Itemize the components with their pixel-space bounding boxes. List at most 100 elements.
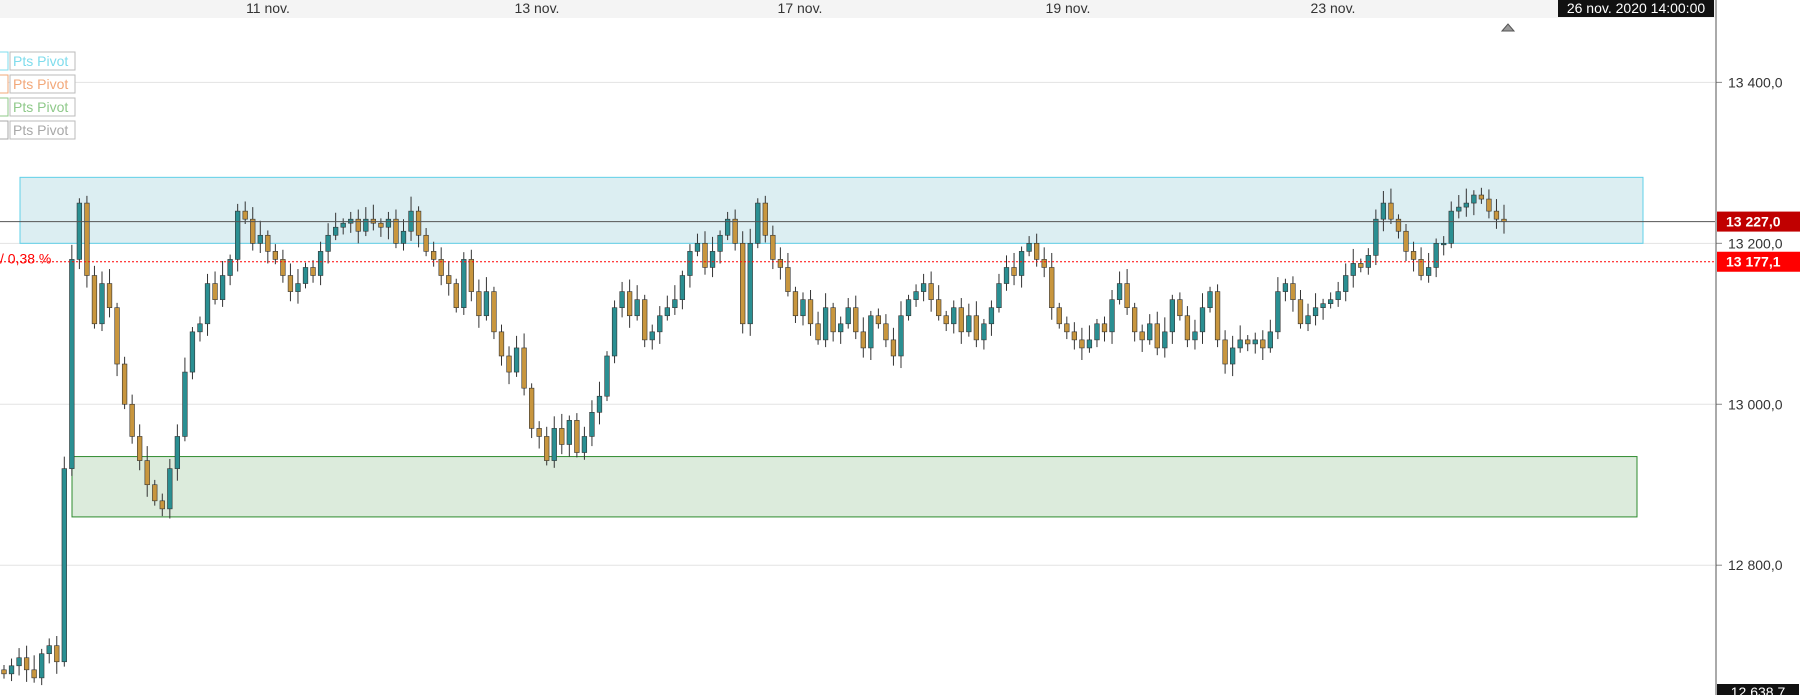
candle-down xyxy=(242,210,248,220)
candle-up xyxy=(1327,299,1334,304)
candle-up xyxy=(1343,275,1349,292)
x-tick-label: 23 nov. xyxy=(1311,0,1356,16)
candle-up xyxy=(838,323,844,333)
candle-down xyxy=(1403,230,1409,252)
variation-label: / 0,38 % xyxy=(0,251,51,267)
candle-up xyxy=(400,230,407,244)
candle-down xyxy=(936,299,942,317)
candle-down xyxy=(1184,315,1191,341)
candle-up xyxy=(611,307,618,357)
candle-down xyxy=(626,291,633,317)
legend-label: Pts Pivot xyxy=(13,53,68,69)
candle-up xyxy=(61,468,67,663)
legend-label: Pts Pivot xyxy=(13,76,68,92)
candle-up xyxy=(317,251,324,276)
candle-down xyxy=(1290,283,1296,300)
candle-up xyxy=(1373,218,1379,256)
candle-down xyxy=(137,436,143,461)
candle-down xyxy=(544,436,550,461)
candle-up xyxy=(1456,206,1462,212)
candle-down xyxy=(1222,339,1228,365)
candle-down xyxy=(1034,243,1040,260)
candle-down xyxy=(1041,259,1047,268)
candle-down xyxy=(958,307,964,333)
candle-up xyxy=(1192,331,1198,341)
candle-down xyxy=(446,275,452,284)
candle-down xyxy=(1132,307,1138,333)
bottom-price-label: 12 638,7 xyxy=(1731,684,1786,695)
candle-down xyxy=(777,259,784,268)
candle-down xyxy=(529,387,535,429)
candle-down xyxy=(393,218,399,244)
y-tick-label: 13 200,0 xyxy=(1728,235,1783,251)
candle-down xyxy=(830,307,836,333)
candle-up xyxy=(16,657,22,667)
candle-down xyxy=(860,331,866,349)
candle-up xyxy=(913,291,919,300)
candle-up xyxy=(1275,291,1281,333)
candle-up xyxy=(1230,347,1236,365)
candle-down xyxy=(702,243,708,268)
candle-up xyxy=(1433,243,1439,268)
candle-down xyxy=(453,283,459,308)
legend-swatch[interactable] xyxy=(0,74,9,94)
candle-up xyxy=(672,299,678,308)
candle-down xyxy=(114,307,120,365)
candle-down xyxy=(1064,323,1070,333)
candle-up xyxy=(988,307,995,325)
candle-up xyxy=(1267,331,1273,349)
candle-up xyxy=(1199,307,1206,333)
candle-up xyxy=(340,222,346,228)
candle-up xyxy=(845,307,851,325)
candle-up xyxy=(325,234,331,252)
candle-down xyxy=(31,669,37,679)
candle-up xyxy=(235,210,241,260)
candle-down xyxy=(491,291,497,333)
candle-down xyxy=(1410,251,1417,260)
candle-up xyxy=(634,299,640,317)
candle-down xyxy=(1245,339,1251,345)
candle-up xyxy=(657,315,663,333)
candle-up xyxy=(1320,303,1326,308)
candle-up xyxy=(679,275,686,300)
candle-down xyxy=(732,218,738,244)
candle-up xyxy=(333,226,339,236)
candle-down xyxy=(144,460,150,486)
y-tick-label: 13 000,0 xyxy=(1728,396,1783,412)
candle-down xyxy=(272,251,278,260)
candle-down xyxy=(1056,307,1062,325)
candle-down xyxy=(1011,267,1017,276)
candle-up xyxy=(182,371,188,437)
candle-down xyxy=(928,283,934,300)
legend-swatch[interactable] xyxy=(0,97,9,117)
candle-up xyxy=(800,299,806,317)
candle-up xyxy=(1086,339,1093,349)
candle-up xyxy=(566,420,572,445)
candle-down xyxy=(642,299,648,341)
zone-resistance xyxy=(19,176,1644,244)
candle-up xyxy=(1305,315,1311,325)
candle-up xyxy=(1425,267,1432,276)
legend-swatch[interactable] xyxy=(0,120,9,140)
candle-down xyxy=(310,267,316,276)
candle-down xyxy=(1478,194,1485,200)
reference-price-label: 13 177,1 xyxy=(1726,254,1781,270)
candle-down xyxy=(785,267,791,292)
candle-up xyxy=(981,323,987,341)
candle-up xyxy=(483,291,490,317)
candle-up xyxy=(966,315,972,333)
candle-down xyxy=(1124,283,1130,308)
candle-up xyxy=(363,218,369,232)
candle-down xyxy=(159,500,165,510)
candle-up xyxy=(1026,243,1032,252)
candle-up xyxy=(604,355,610,397)
candle-down xyxy=(521,347,527,389)
last-price-label: 13 227,0 xyxy=(1726,214,1781,230)
candle-down xyxy=(54,645,60,663)
candle-up xyxy=(1207,291,1213,308)
candle-up xyxy=(1018,251,1025,276)
candle-up xyxy=(664,307,670,317)
candle-up xyxy=(1471,194,1477,204)
candle-down xyxy=(943,315,949,325)
legend-swatch[interactable] xyxy=(0,51,9,71)
